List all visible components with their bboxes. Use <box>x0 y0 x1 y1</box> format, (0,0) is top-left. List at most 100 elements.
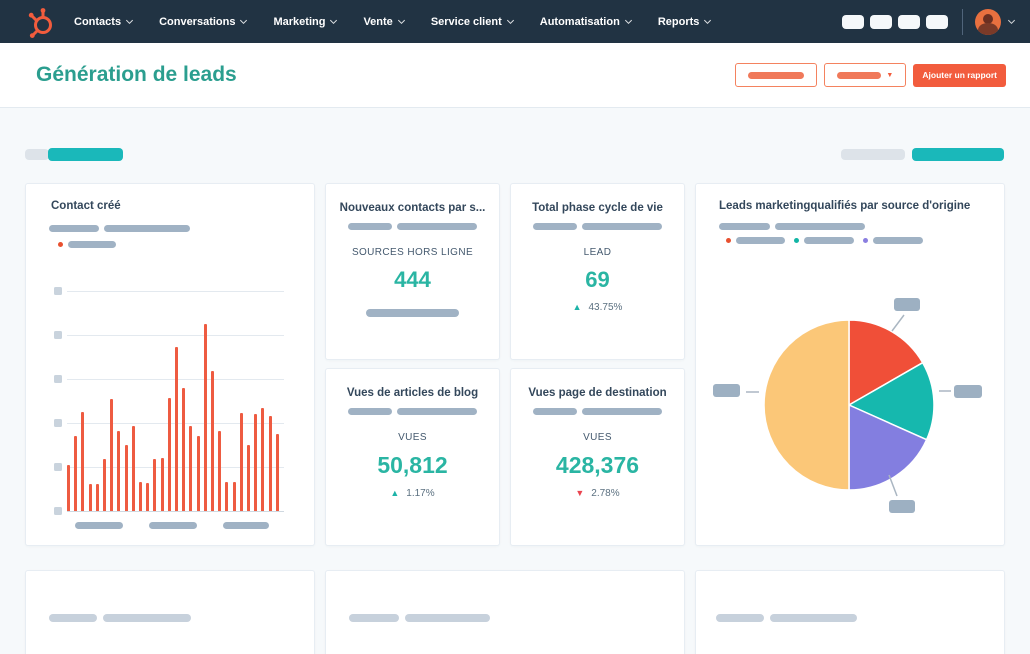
nav-tool-placeholder-2[interactable] <box>870 14 892 29</box>
delta-row: 1.17% <box>326 488 499 499</box>
report-title[interactable]: Total phase cycle de vie <box>511 202 684 214</box>
top-nav: Contacts Conversations Marketing Vente Servi… <box>0 0 1030 43</box>
bar[interactable] <box>268 416 272 511</box>
report-title[interactable]: Vues de articles de blog <box>326 387 499 399</box>
bar[interactable] <box>110 399 114 511</box>
report-card-blog-views: Vues de articles de blog VUES 50,812 1.1… <box>325 368 500 546</box>
report-title[interactable]: Leads marketingqualifiés par source d'or… <box>719 200 970 212</box>
nav-tool-placeholder-1[interactable] <box>842 14 864 29</box>
chevron-down-icon <box>126 16 134 24</box>
x-axis-label-placeholder <box>223 522 269 529</box>
delta-row: 2.78% <box>511 488 684 499</box>
subtitle-placeholder <box>49 225 99 232</box>
chevron-down-icon <box>704 16 712 24</box>
pie-legend <box>726 237 923 244</box>
bar[interactable] <box>275 434 279 511</box>
dashboard-select-placeholder[interactable]: ▼ <box>824 63 907 87</box>
bar[interactable] <box>196 436 200 511</box>
nav-tool-placeholder-3[interactable] <box>898 14 920 29</box>
report-title[interactable]: Nouveaux contacts par s... <box>326 202 499 214</box>
chevron-down-icon <box>506 16 514 24</box>
report-card-loading-2 <box>325 570 685 654</box>
pie-label-placeholder <box>954 385 982 398</box>
bar[interactable] <box>81 412 85 511</box>
bar[interactable] <box>160 458 164 511</box>
nav-item-contacts[interactable]: Contacts <box>74 16 134 28</box>
x-axis-label-placeholder <box>75 522 123 529</box>
report-title[interactable]: Vues page de destination <box>511 387 684 399</box>
filter-chip-placeholder-right[interactable] <box>841 149 905 160</box>
bar[interactable] <box>74 436 78 511</box>
pie-slice-segment-4[interactable] <box>763 319 850 491</box>
page-title: Génération de leads <box>36 63 237 86</box>
bar[interactable] <box>131 426 135 511</box>
delta-up-triangle-icon <box>390 489 399 498</box>
delta-up-triangle-icon <box>573 303 582 312</box>
bar[interactable] <box>182 388 186 511</box>
hubspot-logo-icon[interactable] <box>26 6 58 38</box>
subtitle-placeholder-row <box>511 408 684 415</box>
bar[interactable] <box>67 465 70 511</box>
metric-value: 69 <box>585 267 610 292</box>
filter-chip-teal-left[interactable] <box>48 148 123 161</box>
contact-created-bar-chart-bars[interactable] <box>67 287 279 511</box>
nav-item-conversations[interactable]: Conversations <box>159 16 248 28</box>
subtitle-placeholder <box>104 225 190 232</box>
pie-callout-line <box>891 314 905 332</box>
metric-label: VUES <box>583 432 612 443</box>
bar[interactable] <box>95 484 99 511</box>
chevron-down-icon <box>330 16 338 24</box>
bar[interactable] <box>203 324 207 511</box>
bar[interactable] <box>103 459 107 511</box>
nav-right-group <box>836 8 1016 35</box>
bar[interactable] <box>211 371 215 511</box>
nav-item-service-client[interactable]: Service client <box>431 16 514 28</box>
add-report-button[interactable]: Ajouter un rapport <box>913 63 1006 87</box>
pie-legend-label-placeholder <box>873 237 923 244</box>
bar[interactable] <box>225 482 229 511</box>
nav-item-reports[interactable]: Reports <box>658 16 712 28</box>
hubspot-dashboard: Contacts Conversations Marketing Vente Servi… <box>0 0 1030 654</box>
bar[interactable] <box>124 445 128 511</box>
bar[interactable] <box>239 413 243 511</box>
filter-chip-placeholder-left[interactable] <box>25 149 49 160</box>
pie-label-placeholder <box>889 500 915 513</box>
filter-chip-teal-right[interactable] <box>912 148 1004 161</box>
delta-row: 43.75% <box>511 302 684 313</box>
subtitle-placeholder-row <box>326 223 499 230</box>
bar[interactable] <box>261 408 265 511</box>
bar[interactable] <box>189 426 193 511</box>
pie-legend-dot <box>726 238 731 243</box>
pie-legend-dot <box>863 238 868 243</box>
user-avatar[interactable] <box>975 8 1001 35</box>
title-placeholder-row <box>49 614 191 622</box>
bar[interactable] <box>88 484 92 511</box>
nav-item-vente[interactable]: Vente <box>363 16 405 28</box>
bar[interactable] <box>232 482 236 511</box>
bar[interactable] <box>254 414 258 511</box>
nav-tool-placeholder-4[interactable] <box>926 14 948 29</box>
report-card-lifecycle-total: Total phase cycle de vie LEAD 69 43.75% <box>510 183 685 360</box>
report-title[interactable]: Contact créé <box>51 200 121 212</box>
bar[interactable] <box>247 445 251 511</box>
account-chevron-down-icon[interactable] <box>1007 16 1016 25</box>
nav-item-marketing[interactable]: Marketing <box>273 16 338 28</box>
bar[interactable] <box>218 431 222 511</box>
bar[interactable] <box>153 459 157 511</box>
bar[interactable] <box>167 398 171 511</box>
dashboard-filter-placeholder[interactable] <box>735 63 818 87</box>
delta-value: 43.75% <box>588 302 623 313</box>
delta-value: 1.17% <box>406 488 435 499</box>
bar[interactable] <box>175 347 179 511</box>
bar-legend-dot <box>58 242 63 247</box>
nav-item-automatisation[interactable]: Automatisation <box>540 16 632 28</box>
pie-label-placeholder <box>894 298 920 311</box>
bar[interactable] <box>117 431 121 511</box>
metric-label: LEAD <box>583 247 612 258</box>
title-placeholder-row <box>349 614 490 622</box>
report-card-landing-views: Vues page de destination VUES 428,376 2.… <box>510 368 685 546</box>
header-actions: ▼ Ajouter un rapport <box>735 63 1006 87</box>
bar[interactable] <box>146 483 150 511</box>
mql-pie-chart[interactable] <box>696 269 1006 547</box>
bar[interactable] <box>139 482 143 511</box>
